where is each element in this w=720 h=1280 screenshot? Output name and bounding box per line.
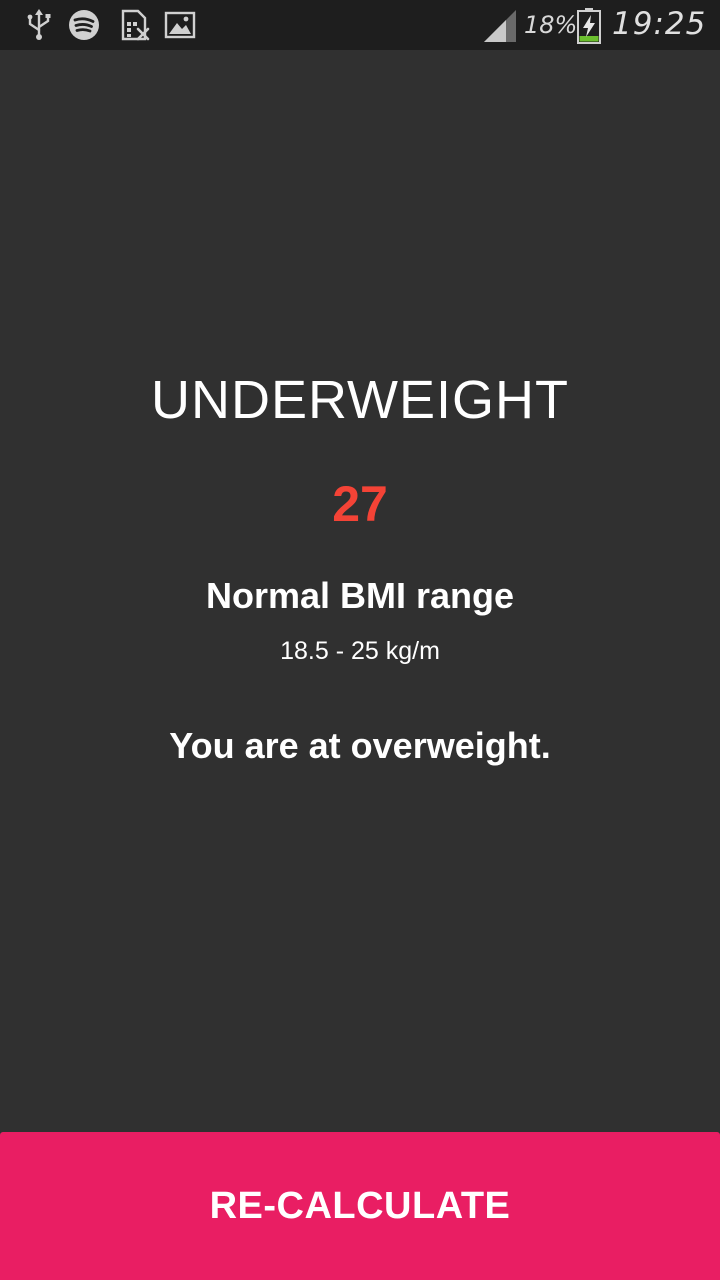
signal-icon	[482, 8, 518, 44]
usb-icon	[22, 8, 56, 42]
bmi-category-title: UNDERWEIGHT	[150, 370, 569, 430]
result-message: You are at overweight.	[169, 725, 551, 766]
normal-range-label: Normal BMI range	[205, 575, 515, 616]
recalculate-button-label: RE-CALCULATE	[209, 1184, 511, 1227]
bmi-value: 27	[332, 476, 388, 532]
status-bar: 18% 19:25	[0, 0, 720, 50]
bmi-result-screen: 18% 19:25 UNDERWEIGHT 27 Normal BMI rang…	[0, 0, 720, 1280]
normal-range-value: 18.5 - 25 kg/m	[280, 637, 440, 665]
clock: 19:25	[612, 6, 707, 42]
battery-charging-icon	[576, 7, 602, 45]
battery-percent: 18%	[524, 11, 578, 39]
recalculate-button[interactable]: RE-CALCULATE	[0, 1132, 720, 1280]
image-icon	[163, 8, 197, 42]
sim-card-icon	[118, 8, 152, 42]
spotify-icon	[67, 8, 101, 42]
